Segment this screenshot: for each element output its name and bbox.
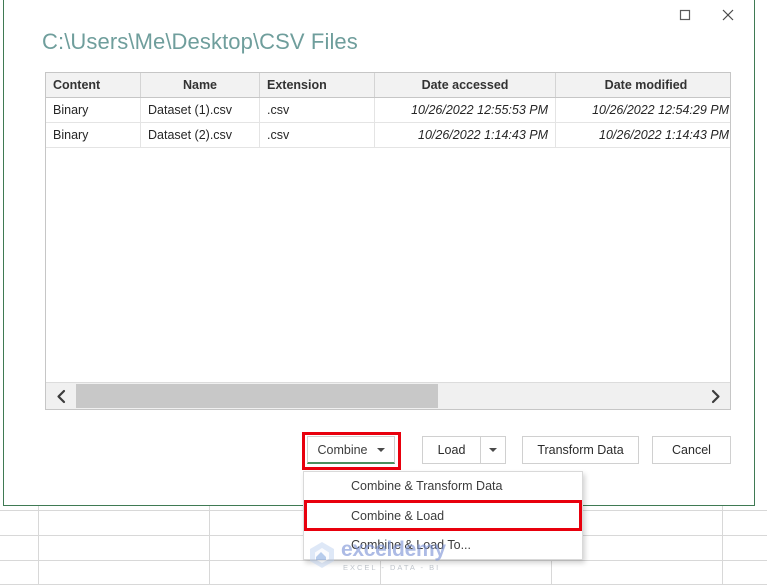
table-header-row: Content Name Extension Date accessed Dat… [46, 73, 730, 98]
transform-data-button-label: Transform Data [537, 443, 624, 457]
menu-item-combine-load-to[interactable]: Combine & Load To... [304, 531, 582, 559]
navigator-dialog: C:\Users\Me\Desktop\CSV Files Content Na… [3, 0, 755, 506]
combine-button[interactable]: Combine [307, 436, 395, 464]
load-dropdown-button[interactable] [480, 436, 506, 464]
column-header-extension[interactable]: Extension [259, 73, 375, 98]
menu-item-combine-transform-data[interactable]: Combine & Transform Data [304, 472, 582, 500]
cell-date-accessed: 10/26/2022 1:14:43 PM [374, 122, 556, 148]
close-icon[interactable] [707, 1, 748, 29]
cell-content: Binary [46, 122, 141, 148]
column-header-content[interactable]: Content [46, 73, 141, 98]
menu-item-label: Combine & Transform Data [351, 479, 503, 493]
grid-row-line [0, 560, 767, 561]
cell-date-modified: 10/26/2022 1:14:43 PM [555, 122, 730, 148]
menu-item-label: Combine & Load To... [351, 538, 471, 552]
load-button-label: Load [437, 443, 466, 457]
cell-content: Binary [46, 97, 141, 123]
cell-date-accessed: 10/26/2022 12:55:53 PM [374, 97, 556, 123]
chevron-down-icon [376, 447, 385, 452]
table-row[interactable]: Binary Dataset (2).csv .csv 10/26/2022 1… [46, 122, 730, 148]
cell-name: Dataset (1).csv [140, 97, 260, 123]
maximize-icon[interactable] [664, 1, 705, 29]
chevron-left-icon[interactable] [46, 383, 76, 409]
window-controls [664, 1, 748, 29]
combine-dropdown-menu: Combine & Transform Data Combine & Load … [303, 471, 583, 560]
scrollbar-thumb[interactable] [76, 384, 438, 408]
files-list-panel: Content Name Extension Date accessed Dat… [45, 72, 731, 410]
column-header-name[interactable]: Name [140, 73, 260, 98]
cell-name: Dataset (2).csv [140, 122, 260, 148]
chevron-right-icon[interactable] [700, 383, 730, 409]
chevron-down-icon [489, 448, 497, 452]
column-header-date-accessed[interactable]: Date accessed [374, 73, 556, 98]
menu-item-label: Combine & Load [351, 508, 445, 523]
page-title: C:\Users\Me\Desktop\CSV Files [42, 29, 358, 54]
combine-button-label: Combine [317, 442, 368, 457]
horizontal-scrollbar[interactable] [46, 382, 730, 409]
column-header-date-modified[interactable]: Date modified [555, 73, 730, 98]
table-row[interactable]: Binary Dataset (1).csv .csv 10/26/2022 1… [46, 97, 730, 123]
cancel-button-label: Cancel [672, 443, 711, 457]
cell-extension: .csv [259, 97, 375, 123]
scrollbar-track[interactable] [76, 383, 700, 409]
transform-data-button[interactable]: Transform Data [522, 436, 639, 464]
cell-extension: .csv [259, 122, 375, 148]
load-button[interactable]: Load [422, 436, 480, 464]
files-table: Content Name Extension Date accessed Dat… [46, 73, 730, 148]
cancel-button[interactable]: Cancel [652, 436, 731, 464]
menu-item-combine-load[interactable]: Combine & Load [304, 500, 582, 531]
dialog-button-bar: Combine Load Transform Data Cancel [4, 432, 756, 470]
cell-date-modified: 10/26/2022 12:54:29 PM [555, 97, 730, 123]
